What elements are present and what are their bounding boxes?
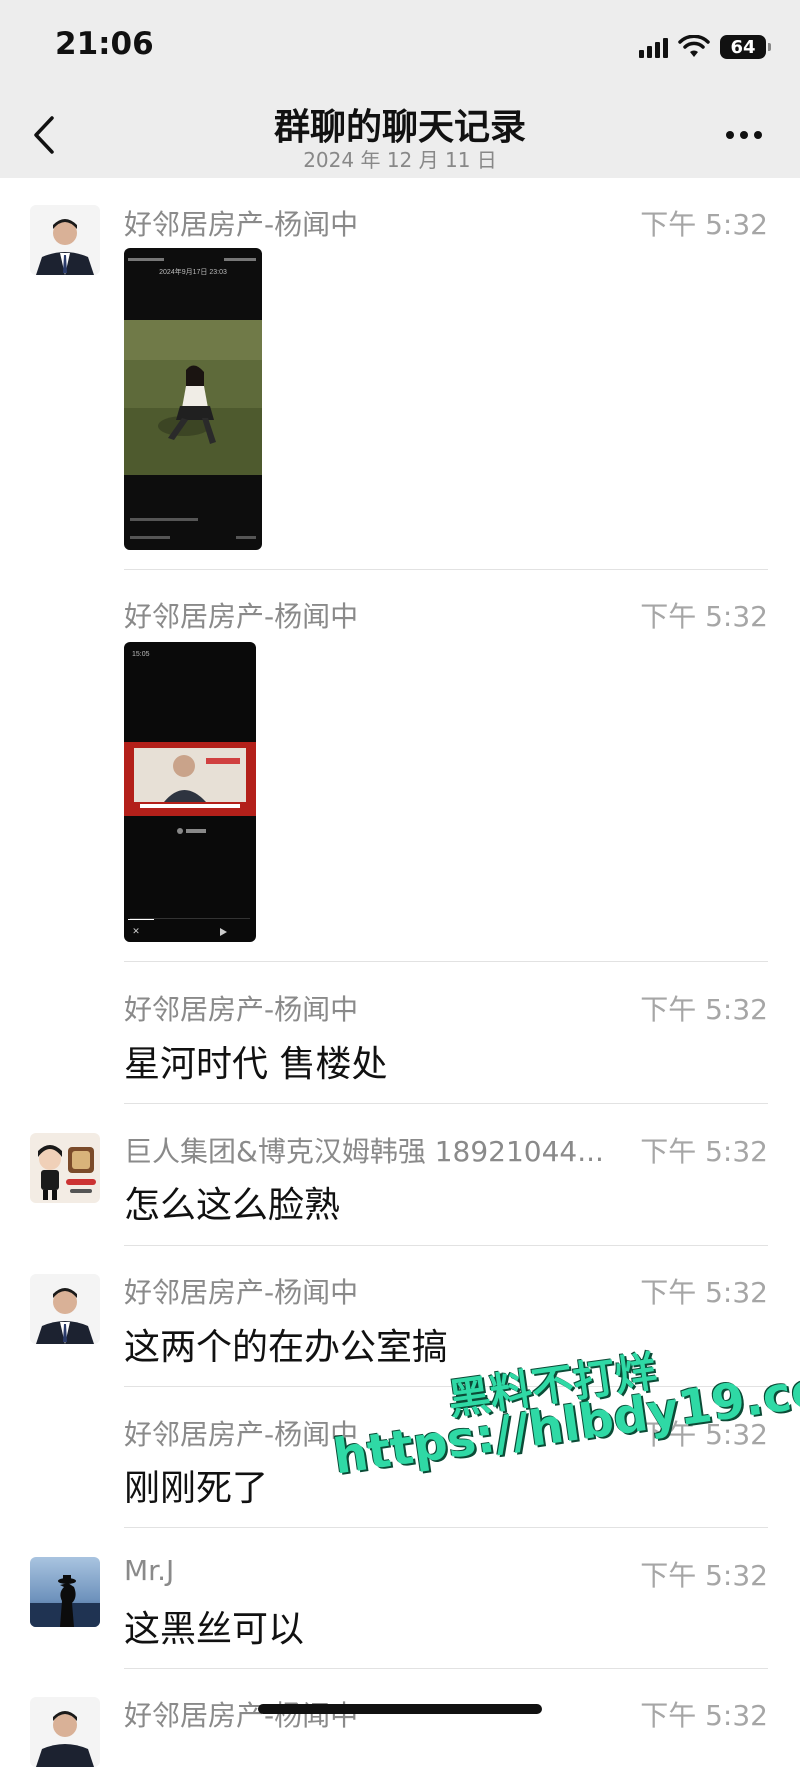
sender-name: 好邻居房产-杨闻中 <box>124 600 359 633</box>
message-text: 这两个的在办公室搞 <box>124 1327 449 1368</box>
divider <box>124 961 768 962</box>
home-indicator[interactable] <box>258 1704 542 1714</box>
message-time: 下午 5:32 <box>640 993 768 1026</box>
avatar[interactable] <box>30 205 100 275</box>
divider <box>124 569 768 570</box>
message-time: 下午 5:32 <box>640 1135 768 1168</box>
battery-icon: 64 <box>720 35 771 59</box>
sender-name: 巨人集团&博克汉姆韩强 18921044... <box>124 1135 604 1168</box>
status-icons: 64 <box>639 30 771 64</box>
video-thumbnail[interactable]: 15:05 ✕ <box>124 642 256 942</box>
nav-bar: 群聊的聊天记录 2024 年 12 月 11 日 <box>0 92 800 178</box>
divider <box>124 1245 768 1246</box>
sender-name: 好邻居房产-杨闻中 <box>124 1699 359 1732</box>
divider <box>124 1668 768 1669</box>
sender-name: 好邻居房产-杨闻中 <box>124 1276 359 1309</box>
status-time: 21:06 <box>55 26 154 62</box>
avatar[interactable] <box>30 1133 100 1203</box>
message-time: 下午 5:32 <box>640 1699 768 1732</box>
message-text: 星河时代 售楼处 <box>124 1044 388 1085</box>
page-subtitle: 2024 年 12 月 11 日 <box>303 148 497 172</box>
divider <box>124 1103 768 1104</box>
message-time: 下午 5:32 <box>640 208 768 241</box>
avatar[interactable] <box>30 1557 100 1627</box>
video-time-text: 15:05 <box>132 651 150 658</box>
message-time: 下午 5:32 <box>640 1559 768 1592</box>
avatar[interactable] <box>30 1274 100 1344</box>
signal-icon <box>639 36 668 58</box>
sender-name: 好邻居房产-杨闻中 <box>124 208 359 241</box>
wifi-icon <box>678 35 710 57</box>
more-icon[interactable] <box>722 120 766 150</box>
message-text: 这黑丝可以 <box>124 1609 305 1650</box>
photo-header-text: 2024年9月17日 23:03 <box>159 267 227 276</box>
message-time: 下午 5:32 <box>640 600 768 633</box>
message-text: 刚刚死了 <box>124 1468 269 1509</box>
avatar[interactable] <box>30 1697 100 1767</box>
sender-name: Mr.J <box>124 1554 175 1587</box>
svg-text:✕: ✕ <box>132 926 140 936</box>
message-time: 下午 5:32 <box>640 1276 768 1309</box>
sender-name: 好邻居房产-杨闻中 <box>124 993 359 1026</box>
sender-name: 好邻居房产-杨闻中 <box>124 1418 359 1451</box>
image-thumbnail[interactable]: 2024年9月17日 23:03 <box>124 248 262 550</box>
status-bar: 21:06 64 <box>0 0 800 92</box>
page-title: 群聊的聊天记录 <box>273 107 526 148</box>
message-text: 怎么这么脸熟 <box>124 1185 341 1226</box>
divider <box>124 1527 768 1528</box>
